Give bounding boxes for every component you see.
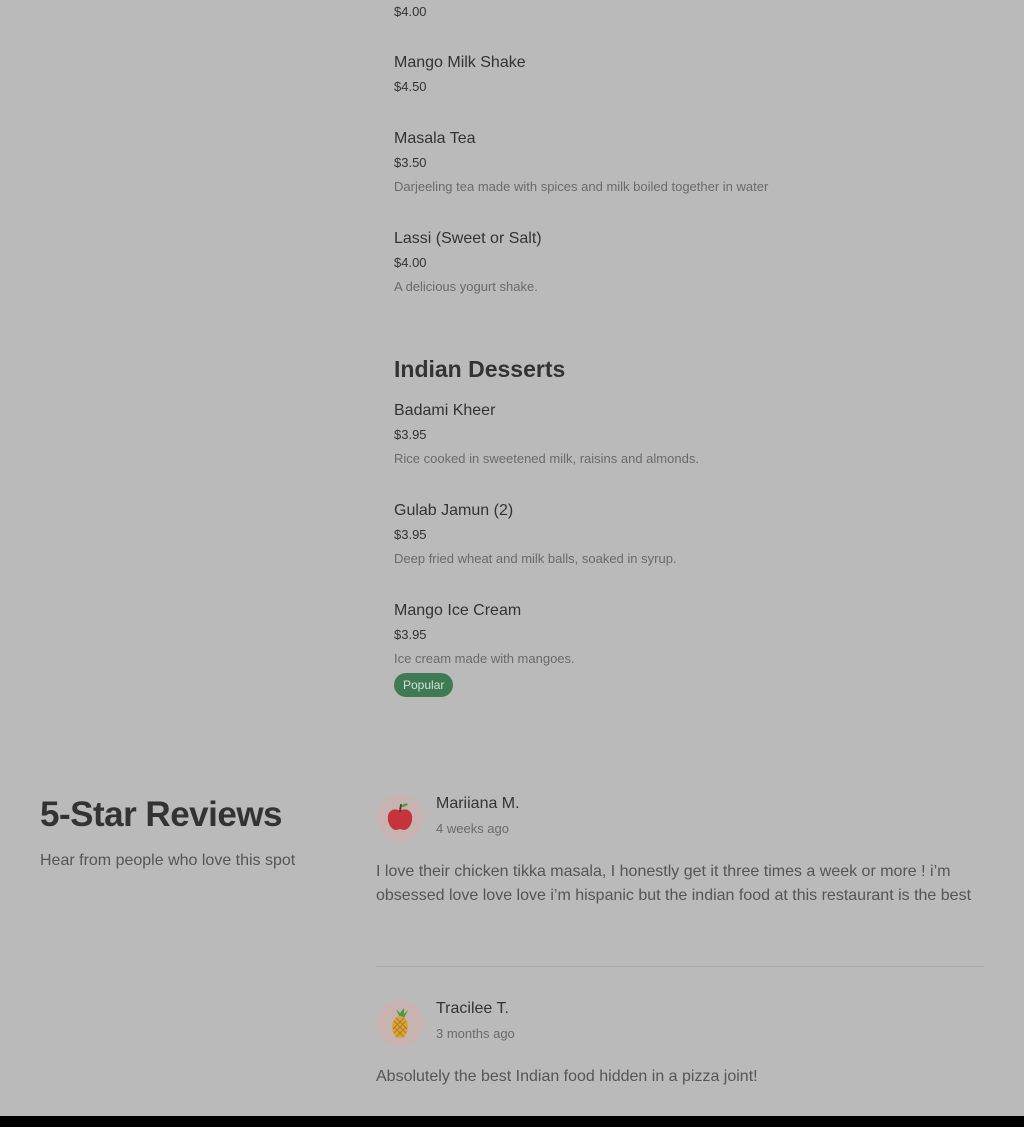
reviewer-name[interactable]: Tracilee T.	[436, 999, 509, 1019]
item-description: Ice cream made with mangoes.	[394, 651, 575, 666]
item-name: Lassi (Sweet or Salt)	[394, 230, 542, 247]
apple-icon	[387, 803, 413, 830]
menu-item[interactable]: Lassi (Sweet or Salt) $4.00 A delicious …	[394, 229, 542, 296]
item-description: A delicious yogurt shake.	[394, 279, 538, 294]
menu-item[interactable]: Mango Ice Cream $3.95 Ice cream made wit…	[394, 601, 575, 668]
item-price: $3.95	[394, 427, 427, 442]
item-name: Badami Kheer	[394, 402, 496, 419]
item-name: Mango Milk Shake	[394, 54, 526, 71]
review-text: Absolutely the best Indian food hidden i…	[376, 1068, 758, 1085]
item-description: Darjeeling tea made with spices and milk…	[394, 179, 769, 194]
review-text: I love their chicken tikka masala, I hon…	[376, 863, 972, 904]
section-title: Indian Desserts	[394, 356, 566, 382]
review-time: 3 months ago	[436, 1026, 515, 1041]
popular-badge: Popular	[394, 673, 454, 697]
reviewer-name[interactable]: Mariiana M.	[436, 794, 520, 814]
avatar[interactable]	[376, 794, 424, 842]
item-description: Deep fried wheat and milk balls, soaked …	[394, 551, 677, 566]
item-price: $3.95	[394, 627, 427, 642]
menu-item[interactable]: $4.00	[394, 3, 427, 21]
menu-item[interactable]: Masala Tea $3.50 Darjeeling tea made wit…	[394, 129, 768, 196]
item-price: $4.00	[394, 255, 427, 270]
item-price: $4.00	[394, 4, 427, 19]
item-description: Rice cooked in sweetened milk, raisins a…	[394, 451, 699, 466]
menu-item[interactable]: Mango Milk Shake $4.50	[394, 53, 526, 96]
item-price: $3.95	[394, 527, 427, 542]
reviews-subtitle: Hear from people who love this spot	[40, 852, 296, 869]
footer-bar	[0, 1116, 1024, 1127]
menu-item[interactable]: Gulab Jamun (2) $3.95 Deep fried wheat a…	[394, 501, 677, 568]
item-name: Mango Ice Cream	[394, 602, 522, 619]
item-name: Gulab Jamun (2)	[394, 502, 514, 519]
menu-item[interactable]: Badami Kheer $3.95 Rice cooked in sweete…	[394, 401, 699, 468]
item-price: $3.50	[394, 155, 427, 170]
reviews-title: 5-Star Reviews	[40, 795, 283, 834]
pineapple-icon	[392, 1008, 408, 1038]
review-time: 4 weeks ago	[436, 821, 509, 836]
item-name: Masala Tea	[394, 130, 476, 147]
item-price: $4.50	[394, 79, 427, 94]
avatar[interactable]	[376, 999, 424, 1047]
review-divider	[376, 966, 984, 967]
